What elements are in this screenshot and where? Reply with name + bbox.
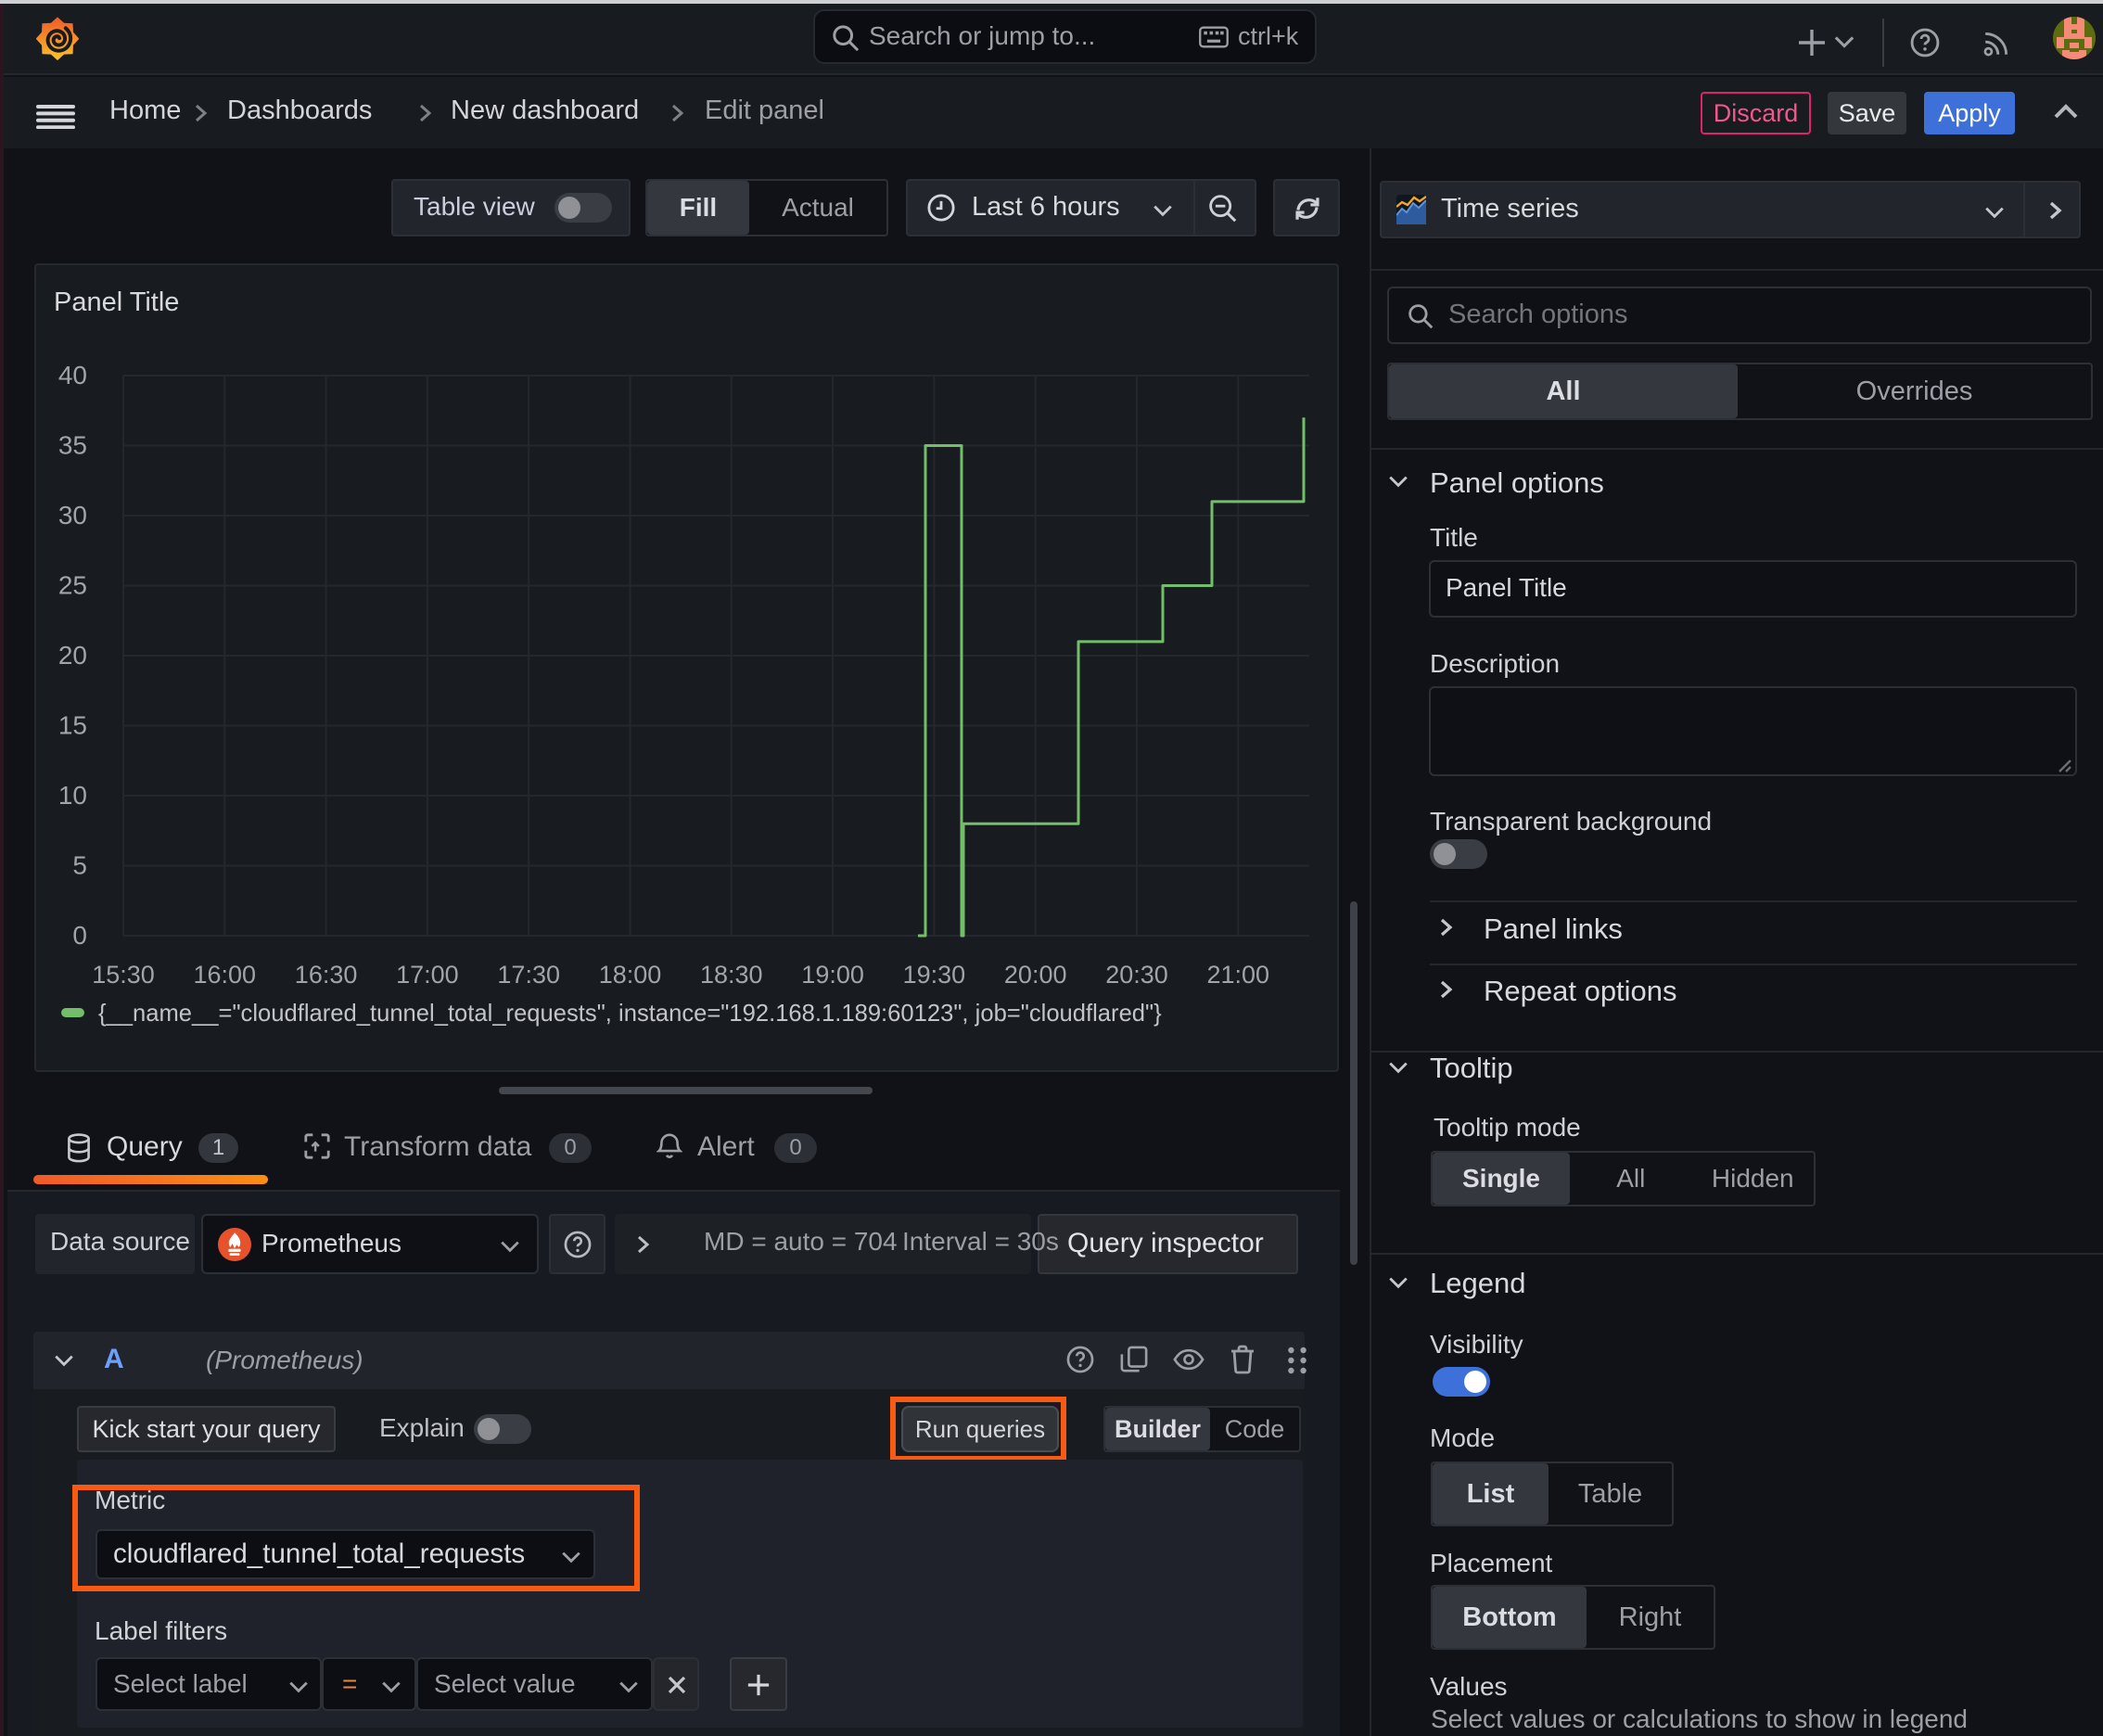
svg-text:30: 30 <box>58 501 87 530</box>
svg-text:{__name__="cloudflared_tunnel_: {__name__="cloudflared_tunnel_total_requ… <box>98 1001 1162 1027</box>
svg-text:19:00: 19:00 <box>801 961 864 989</box>
svg-text:18:30: 18:30 <box>700 961 763 989</box>
svg-text:35: 35 <box>58 431 87 460</box>
svg-text:16:30: 16:30 <box>295 961 358 989</box>
svg-text:5: 5 <box>72 851 87 880</box>
svg-text:10: 10 <box>58 781 87 810</box>
svg-text:20:00: 20:00 <box>1004 961 1067 989</box>
svg-text:0: 0 <box>72 921 87 950</box>
svg-text:16:00: 16:00 <box>194 961 257 989</box>
svg-text:21:00: 21:00 <box>1207 961 1270 989</box>
svg-text:18:00: 18:00 <box>599 961 662 989</box>
svg-text:15: 15 <box>58 711 87 740</box>
svg-text:40: 40 <box>58 361 87 389</box>
svg-text:17:30: 17:30 <box>497 961 560 989</box>
svg-text:19:30: 19:30 <box>903 961 966 989</box>
svg-text:20:30: 20:30 <box>1105 961 1168 989</box>
svg-text:25: 25 <box>58 571 87 600</box>
svg-text:17:00: 17:00 <box>396 961 459 989</box>
svg-text:15:30: 15:30 <box>92 961 155 989</box>
svg-text:20: 20 <box>58 641 87 670</box>
